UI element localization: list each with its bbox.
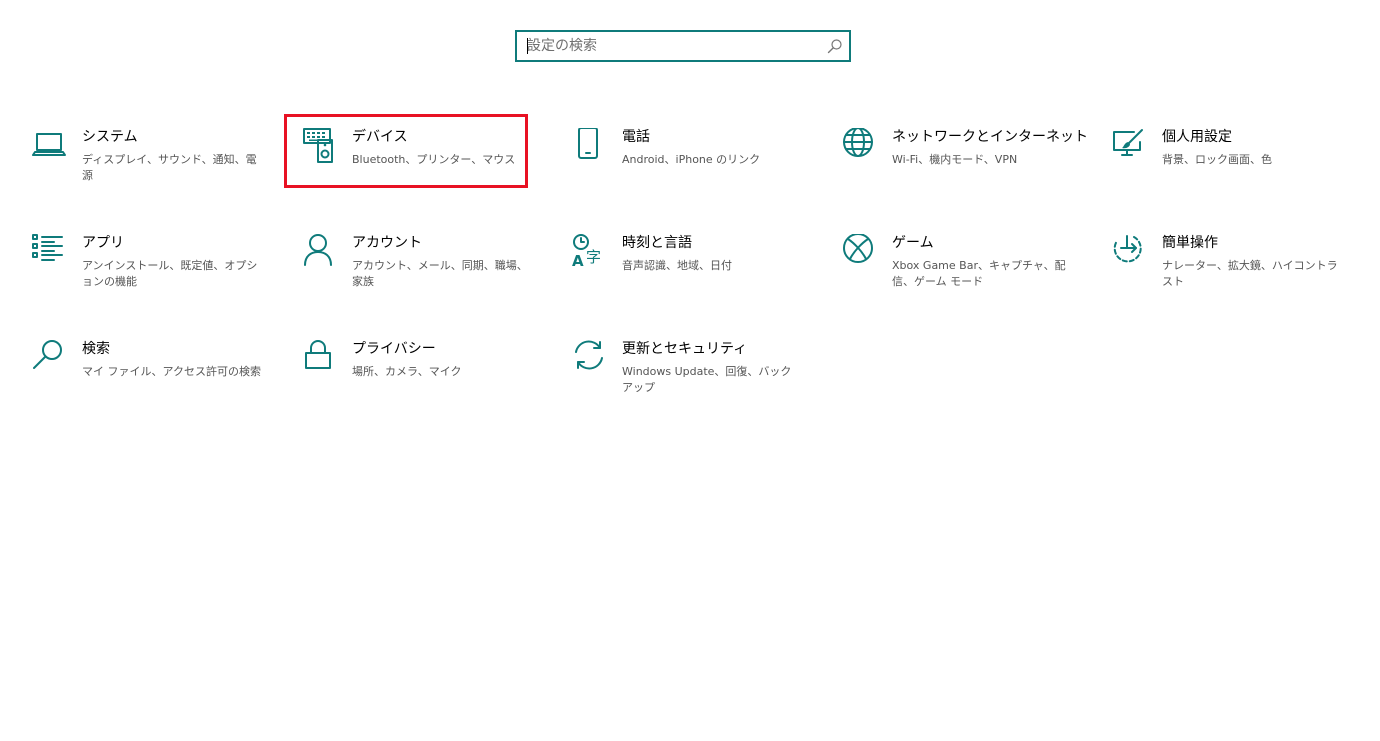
tile-title: 更新とセキュリティ — [622, 341, 748, 357]
devices-highlight-box — [284, 114, 528, 188]
search-input[interactable] — [527, 32, 817, 60]
tile-description: Xbox Game Bar、キャプチャ、配信、ゲーム モード — [892, 259, 1066, 288]
tile-title: 電話 — [622, 129, 650, 145]
tile-title: アカウント — [352, 235, 422, 251]
tile-description: ディスプレイ、サウンド、通知、電源 — [82, 153, 257, 182]
tile-gaming[interactable]: ゲーム Xbox Game Bar、キャプチャ、配信、ゲーム モード — [842, 234, 1092, 304]
apps-list-icon — [32, 234, 68, 270]
tile-title: アプリ — [82, 235, 124, 251]
tile-description: 音声認識、地域、日付 — [622, 259, 732, 272]
tile-ease-of-access[interactable]: 簡単操作 ナレーター、拡大鏡、ハイコントラスト — [1112, 234, 1362, 304]
sync-icon — [572, 340, 608, 376]
person-icon — [302, 234, 338, 270]
ease-of-access-icon — [1112, 234, 1148, 270]
laptop-icon — [32, 128, 68, 164]
tile-personalization[interactable]: 個人用設定 背景、ロック画面、色 — [1112, 128, 1362, 198]
search-icon[interactable] — [827, 38, 843, 54]
tile-system[interactable]: システム ディスプレイ、サウンド、通知、電源 — [32, 128, 282, 198]
tile-title: 検索 — [82, 341, 110, 357]
tile-network[interactable]: ネットワークとインターネット Wi-Fi、機内モード、VPN — [842, 128, 1092, 198]
xbox-icon — [842, 234, 878, 270]
tile-description: アカウント、メール、同期、職場、家族 — [352, 259, 528, 288]
tile-accounts[interactable]: アカウント アカウント、メール、同期、職場、家族 — [302, 234, 552, 304]
settings-search-box[interactable] — [515, 30, 851, 62]
lock-icon — [302, 340, 338, 376]
text-caret — [527, 38, 528, 54]
tile-description: Android、iPhone のリンク — [622, 153, 761, 166]
tile-description: ナレーター、拡大鏡、ハイコントラスト — [1162, 259, 1338, 288]
tile-description: 背景、ロック画面、色 — [1162, 153, 1272, 166]
tile-update-security[interactable]: 更新とセキュリティ Windows Update、回復、バックアップ — [572, 340, 822, 410]
tile-search[interactable]: 検索 マイ ファイル、アクセス許可の検索 — [32, 340, 282, 410]
phone-icon — [572, 128, 608, 164]
svg-text:A: A — [572, 252, 584, 270]
personalization-icon — [1112, 128, 1148, 164]
svg-text:字: 字 — [586, 248, 601, 266]
tile-description: Wi-Fi、機内モード、VPN — [892, 153, 1018, 166]
time-language-icon: A 字 — [572, 234, 608, 270]
tile-description: アンインストール、既定値、オプションの機能 — [82, 259, 258, 288]
tile-description: マイ ファイル、アクセス許可の検索 — [82, 365, 261, 378]
tile-title: ゲーム — [892, 235, 934, 251]
tile-title: 時刻と言語 — [622, 235, 692, 251]
tile-apps[interactable]: アプリ アンインストール、既定値、オプションの機能 — [32, 234, 282, 304]
tile-title: 個人用設定 — [1162, 129, 1232, 145]
tile-title: プライバシー — [352, 341, 436, 357]
tile-phone[interactable]: 電話 Android、iPhone のリンク — [572, 128, 822, 198]
globe-icon — [842, 128, 878, 164]
tile-title: ネットワークとインターネット — [892, 129, 1088, 145]
tile-title: システム — [82, 129, 138, 145]
tile-time-language[interactable]: A 字 時刻と言語 音声認識、地域、日付 — [572, 234, 822, 304]
tile-title: 簡単操作 — [1162, 235, 1218, 251]
tile-description: Windows Update、回復、バックアップ — [622, 365, 792, 394]
search-icon — [32, 340, 68, 376]
tile-description: 場所、カメラ、マイク — [352, 365, 462, 378]
tile-privacy[interactable]: プライバシー 場所、カメラ、マイク — [302, 340, 552, 410]
